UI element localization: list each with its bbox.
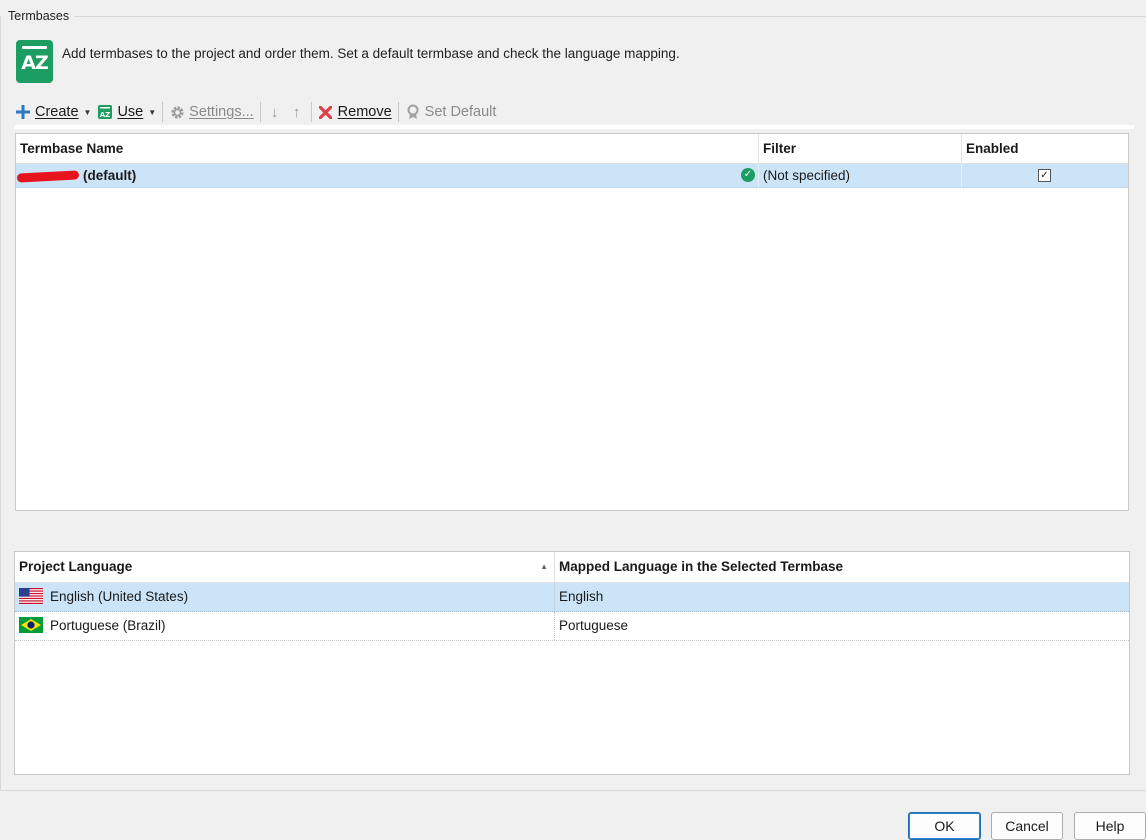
create-button[interactable]: Create ▼ [12, 100, 94, 124]
column-header-termbase-name[interactable]: Termbase Name [16, 134, 759, 164]
create-label: Create [35, 104, 79, 120]
termbase-grid-header: Termbase Name Filter Enabled [16, 134, 1128, 164]
mapped-language-cell[interactable]: English [555, 583, 1129, 611]
termbase-name: (default) [83, 168, 137, 183]
settings-label: Settings... [189, 104, 254, 120]
column-header-project-language-label: Project Language [19, 559, 133, 574]
termbases-page: Termbases AZ Add termbases to the projec… [0, 0, 1146, 840]
redaction-mark [16, 170, 80, 183]
group-border-left [0, 16, 1, 790]
arrow-down-icon: ↓ [270, 103, 279, 121]
brazil-flag-icon [19, 617, 43, 634]
project-language-text: English (United States) [50, 589, 189, 604]
chevron-down-icon: ▼ [83, 107, 92, 117]
table-row[interactable]: English (United States) English [15, 583, 1129, 612]
help-button[interactable]: Help [1074, 812, 1146, 840]
mapped-language-cell[interactable]: Portuguese [555, 612, 1129, 640]
toolbar-separator [162, 102, 164, 122]
toolbar-separator [397, 102, 399, 122]
remove-x-icon [318, 104, 334, 120]
icon-tab-stripe [22, 46, 47, 49]
enabled-cell: ✓ [962, 164, 1128, 188]
gear-icon [169, 104, 185, 120]
project-language-cell: English (United States) [15, 583, 555, 611]
project-language-cell: Portuguese (Brazil) [15, 612, 555, 640]
column-header-project-language[interactable]: Project Language ▲ [15, 552, 555, 583]
termbase-az-icon: AZ [16, 40, 53, 83]
chevron-down-icon: ▼ [148, 107, 157, 117]
set-default-button[interactable]: Set Default [402, 100, 500, 124]
project-language-text: Portuguese (Brazil) [50, 618, 166, 633]
toolbar-separator [310, 102, 312, 122]
enabled-checkbox[interactable]: ✓ [1038, 169, 1051, 182]
ribbon-award-icon [405, 104, 421, 120]
toolbar-divider [14, 125, 1134, 129]
termbase-name-cell: (default) ✓ [16, 164, 759, 188]
set-default-label: Set Default [424, 104, 497, 120]
language-grid-header: Project Language ▲ Mapped Language in th… [15, 552, 1129, 583]
language-mapping-grid[interactable]: Project Language ▲ Mapped Language in th… [14, 551, 1130, 775]
icon-az-text: AZ [21, 52, 48, 74]
header-description: Add termbases to the project and order t… [62, 46, 680, 61]
status-ok-icon: ✓ [741, 168, 755, 182]
group-title: Termbases [8, 9, 73, 23]
move-down-button[interactable]: ↓ [264, 100, 286, 124]
use-label: Use [117, 104, 144, 120]
arrow-up-icon: ↑ [292, 103, 301, 121]
remove-button[interactable]: Remove [315, 100, 395, 124]
termbase-grid[interactable]: Termbase Name Filter Enabled (default) ✓… [15, 133, 1129, 511]
toolbar: Create ▼ AZ Use ▼ Settings... ↓ ↑ Remove… [12, 100, 499, 124]
filter-cell[interactable]: (Not specified) [759, 164, 962, 188]
cancel-button[interactable]: Cancel [991, 812, 1063, 840]
use-button[interactable]: AZ Use ▼ [94, 100, 159, 124]
group-border-top [74, 16, 1146, 17]
svg-text:AZ: AZ [100, 111, 111, 119]
column-header-mapped-language[interactable]: Mapped Language in the Selected Termbase [555, 552, 1129, 583]
column-header-enabled[interactable]: Enabled [962, 134, 1128, 164]
toolbar-separator [259, 102, 261, 122]
termbase-small-icon: AZ [97, 104, 113, 120]
plus-icon [15, 104, 31, 120]
column-header-filter[interactable]: Filter [759, 134, 962, 164]
table-row[interactable]: (default) ✓ (Not specified) ✓ [16, 164, 1128, 188]
ok-button[interactable]: OK [908, 812, 981, 840]
settings-button[interactable]: Settings... [166, 100, 256, 124]
us-flag-icon [19, 588, 43, 605]
table-row[interactable]: Portuguese (Brazil) Portuguese [15, 612, 1129, 641]
footer-divider [0, 790, 1146, 791]
move-up-button[interactable]: ↑ [286, 100, 308, 124]
remove-label: Remove [337, 104, 392, 120]
sort-ascending-icon: ▲ [540, 562, 548, 571]
